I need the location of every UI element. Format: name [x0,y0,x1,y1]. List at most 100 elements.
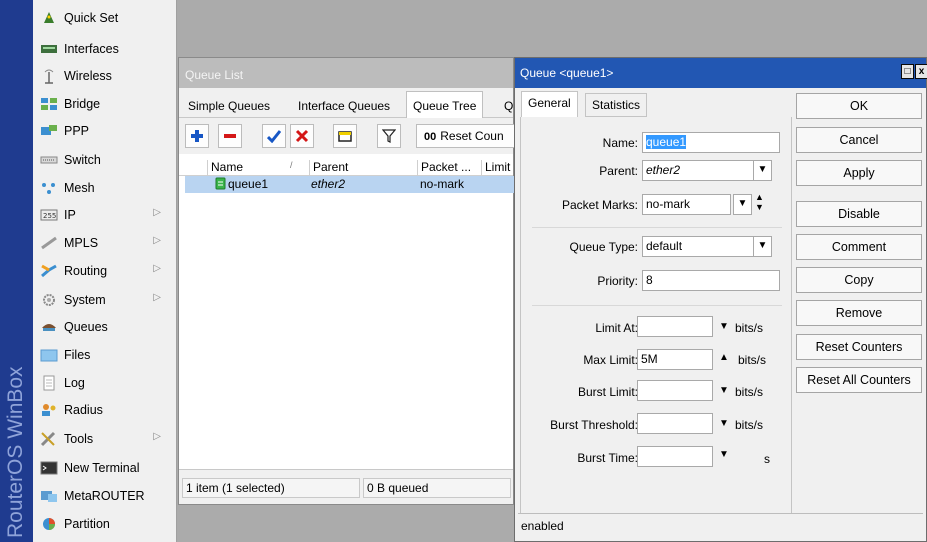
limit-at-expand-icon[interactable]: ▼ [719,321,729,332]
name-field[interactable]: queue1 [642,132,780,153]
queue-type-field[interactable]: default [642,236,754,257]
close-icon[interactable]: x [915,64,927,79]
workspace-background [178,505,516,542]
remove-button[interactable]: Remove [796,300,922,326]
queue-list-title[interactable]: Queue List [179,58,513,88]
system-gear-icon [40,292,58,308]
packet-marks-updown-icon[interactable]: ▲ ▼ [755,192,764,212]
parent-dropdown-icon[interactable]: ▼ [753,160,772,181]
queue-type-dropdown-icon[interactable]: ▼ [753,236,772,257]
priority-field[interactable]: 8 [642,270,780,291]
burst-time-expand-icon[interactable]: ▼ [719,449,729,460]
cancel-button[interactable]: Cancel [796,127,922,153]
menu-item-log[interactable]: Log [33,369,177,396]
add-icon[interactable] [185,124,209,148]
burst-threshold-expand-icon[interactable]: ▼ [719,418,729,429]
svg-text:255: 255 [43,212,56,220]
menu-item-files[interactable]: Files [33,341,177,368]
reset-counters-toolbar-button[interactable]: 00 Reset Coun [416,124,515,148]
menu-item-ip[interactable]: 255 IP ▷ [33,201,177,228]
column-parent[interactable]: Parent [309,160,414,176]
burst-limit-label: Burst Limit: [577,385,638,399]
menu-item-new-terminal[interactable]: New Terminal [33,454,177,481]
menu-item-tools[interactable]: Tools ▷ [33,425,177,452]
tab-queue-tree[interactable]: Queue Tree [406,91,484,119]
queue-list-statusbar: 1 item (1 selected) 0 B queued [179,469,513,504]
brand-strip: RouterOS WinBox [0,0,33,542]
menu-item-switch[interactable]: Switch [33,146,177,173]
status-item-count: 1 item (1 selected) [182,478,360,498]
queue-dialog-title[interactable]: Queue <queue1> [515,58,926,88]
menu-item-label: IP [64,207,76,222]
mesh-icon [40,180,58,196]
menu-item-system[interactable]: System ▷ [33,286,177,313]
disable-cross-icon[interactable] [290,124,314,148]
burst-time-field[interactable] [637,446,713,467]
queue-type-label: Queue Type: [569,240,639,254]
brand-label: RouterOS WinBox [4,366,27,538]
tab-interface-queues[interactable]: Interface Queues [291,93,397,118]
burst-time-unit: s [764,452,770,466]
ok-button[interactable]: OK [796,93,922,119]
column-packet-marks[interactable]: Packet ... [417,160,481,176]
menu-item-label: Interfaces [64,41,119,56]
filter-icon[interactable] [377,124,401,148]
copy-button[interactable]: Copy [796,267,922,293]
reset-all-counters-button[interactable]: Reset All Counters [796,367,922,393]
queue-packet-marks-cell: no-mark [420,177,465,191]
tab-general[interactable]: General [521,91,578,118]
max-limit-label: Max Limit: [583,353,638,367]
menu-item-routing[interactable]: Routing ▷ [33,257,177,284]
submenu-arrow-icon: ▷ [153,292,161,303]
menu-item-label: Log [64,375,85,390]
switch-icon [40,152,58,168]
menu-item-wireless[interactable]: Wireless [33,62,177,89]
menu-item-radius[interactable]: Radius [33,396,177,423]
tab-statistics[interactable]: Statistics [585,93,648,117]
submenu-arrow-icon: ▷ [153,431,161,442]
queue-list-window: Queue List Simple Queues Interface Queue… [178,57,517,505]
maximize-icon[interactable]: □ [901,64,914,79]
burst-limit-expand-icon[interactable]: ▼ [719,385,729,396]
tab-simple-queues[interactable]: Simple Queues [181,93,277,118]
reset-counters-button[interactable]: Reset Counters [796,334,922,360]
max-limit-collapse-icon[interactable]: ▲ [719,352,729,363]
enable-check-icon[interactable] [262,124,286,148]
burst-threshold-field[interactable] [637,413,713,434]
parent-field[interactable]: ether2 [642,160,754,181]
menu-item-mesh[interactable]: Mesh [33,174,177,201]
column-limit[interactable]: Limit [481,160,517,176]
menu-item-mpls[interactable]: MPLS ▷ [33,229,177,256]
comment-button[interactable]: Comment [796,234,922,260]
menu-item-ppp[interactable]: PPP [33,117,177,144]
menu-item-queues[interactable]: Queues [33,313,177,340]
menu-item-bridge[interactable]: Bridge [33,90,177,117]
menu-item-interfaces[interactable]: Interfaces [33,35,177,62]
menu-item-partition[interactable]: Partition [33,510,177,537]
disable-button[interactable]: Disable [796,201,922,227]
menu-item-quick-set[interactable]: Quick Set [33,4,177,31]
packet-marks-dropdown-icon[interactable]: ▼ [733,194,752,215]
parent-label: Parent: [599,164,638,178]
max-limit-field[interactable]: 5M [637,349,713,370]
tools-icon [40,431,58,447]
comment-icon[interactable] [333,124,357,148]
terminal-icon [40,460,58,476]
limit-at-field[interactable] [637,316,713,337]
table-row[interactable]: queue1 ether2 no-mark [185,176,515,193]
remove-icon[interactable] [218,124,242,148]
burst-limit-field[interactable] [637,380,713,401]
packet-marks-field[interactable]: no-mark [642,194,731,215]
name-label: Name: [602,136,638,150]
submenu-arrow-icon: ▷ [153,235,161,246]
column-name[interactable]: Name / [207,160,305,176]
reset-counters-icon: 00 [424,131,437,143]
menu-item-label: Wireless [64,68,112,83]
menu-item-metarouter[interactable]: MetaROUTER [33,482,177,509]
ip-icon: 255 [40,207,58,223]
apply-button[interactable]: Apply [796,160,922,186]
separator [532,227,782,228]
wizard-hat-icon [40,10,58,26]
main-menu: Quick Set Interfaces Wireless Bridge PPP… [33,0,177,542]
menu-item-label: Bridge [64,96,101,111]
